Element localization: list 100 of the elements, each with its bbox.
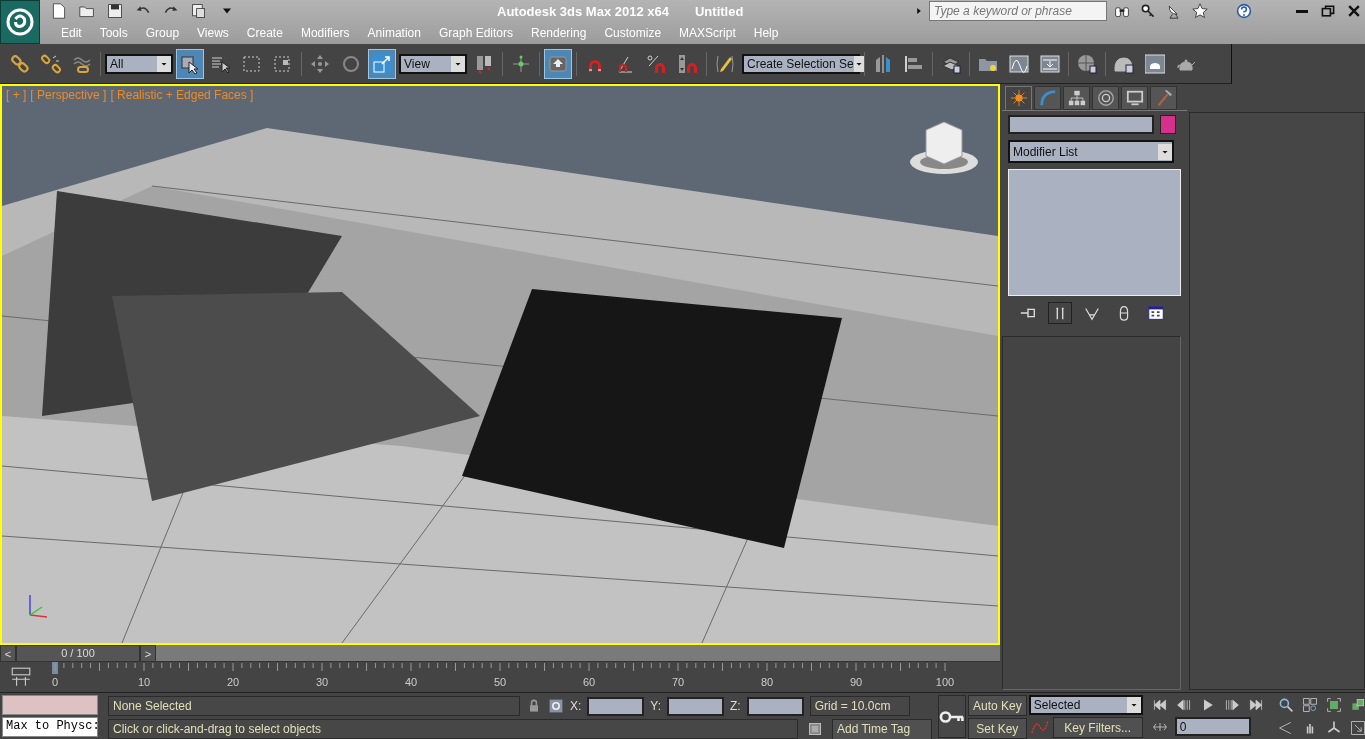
frame-number: 40 [404, 676, 418, 688]
previous-frame-button[interactable]: < [0, 645, 16, 662]
menu-item[interactable]: Group [136, 23, 189, 43]
field-of-view-icon [1277, 720, 1294, 736]
add-time-tag-button[interactable]: Add Time Tag [832, 718, 932, 739]
pencil-brackets-icon [715, 53, 735, 74]
zoom-extents-icon [1325, 697, 1342, 713]
cursor-cube-icon [180, 53, 200, 74]
coordinate-label: X: [570, 699, 582, 713]
toolbar-button[interactable] [544, 48, 572, 79]
frame-number: 30 [315, 676, 329, 688]
view-cube-icon [908, 120, 980, 176]
key-filters-button[interactable]: Key Filters... [1052, 717, 1143, 738]
key-mode-dropdown[interactable]: Selected [1028, 695, 1143, 715]
align-bars-icon [904, 53, 924, 74]
star-icon [1192, 3, 1208, 19]
restore-icon [1320, 3, 1336, 19]
toolbar-button[interactable] [368, 48, 396, 79]
menu-item[interactable]: Help [744, 23, 788, 43]
mirror-icon [873, 53, 893, 74]
frame-number: 10 [137, 676, 151, 688]
coordinate-label: Z: [730, 699, 741, 713]
menu-item[interactable]: Animation [358, 23, 430, 43]
coordinate-field[interactable] [746, 696, 804, 716]
up-arrow-box-icon [548, 53, 568, 74]
current-frame-field[interactable]: 0 [1174, 717, 1251, 736]
project-folder-icon [191, 3, 207, 19]
menu-item[interactable]: Create [237, 23, 292, 43]
go-to-end-icon [1247, 697, 1264, 713]
frame-number: 80 [760, 676, 774, 688]
coordinate-field[interactable] [587, 696, 645, 716]
app-logo-button[interactable] [0, 0, 40, 44]
set-key-button[interactable]: Set Key [968, 718, 1027, 739]
rotate-circle-icon [341, 53, 361, 74]
dropdown-field[interactable]: View [399, 53, 467, 74]
menu-item[interactable]: Views [188, 23, 238, 43]
time-slider-thumb[interactable]: 0 / 100 [16, 645, 140, 662]
viewport-label[interactable]: [ Perspective ] [30, 88, 107, 102]
star-button[interactable] [1189, 2, 1211, 20]
pivot-bars-icon [474, 53, 494, 74]
dropdown-field[interactable]: All [105, 53, 173, 74]
panel-tab[interactable] [1121, 86, 1148, 110]
frame-number: 100 [935, 676, 955, 688]
checker-sphere-icon [1077, 53, 1097, 74]
percent-magnet-icon [647, 53, 667, 74]
monitor-icon [1125, 89, 1144, 107]
frame-number: 70 [671, 676, 685, 688]
next-key-icon [1223, 697, 1240, 713]
object-name-field[interactable] [1008, 115, 1154, 134]
frame-number: 0 [51, 676, 59, 688]
previous-key-icon [1175, 697, 1192, 713]
coordinate-label: Y: [650, 699, 662, 713]
panel-tab[interactable] [1092, 86, 1119, 110]
frame-number: 50 [493, 676, 507, 688]
spinner-magnet-icon [678, 53, 698, 74]
listener-input-field[interactable]: Max to Physc: [2, 717, 98, 737]
timeline-ruler[interactable] [52, 662, 946, 674]
frame-number: 60 [582, 676, 596, 688]
menu-item[interactable]: Rendering [522, 23, 596, 43]
panel-tab[interactable] [1063, 86, 1090, 110]
panel-tab[interactable] [1150, 86, 1177, 110]
frame-number: 20 [226, 676, 240, 688]
menu-item[interactable]: Graph Editors [429, 23, 522, 43]
frame-number: 90 [849, 676, 863, 688]
key-icon [1140, 3, 1156, 19]
go-to-start-icon [1151, 697, 1168, 713]
hierarchy-icon [1067, 89, 1086, 107]
viewport-label[interactable]: [ Realistic + Edged Faces ] [110, 88, 254, 102]
modifier-list-dropdown[interactable]: Modifier List [1008, 140, 1174, 163]
grid-window-icon [1147, 304, 1165, 322]
viewport-label[interactable]: [ + ] [6, 88, 27, 102]
cube-frame-icon [807, 721, 823, 737]
stack-button[interactable] [1048, 302, 1072, 324]
toolbar-button[interactable] [176, 48, 204, 79]
search-field[interactable]: Type a keyword or phrase [929, 1, 1107, 21]
next-frame-button[interactable]: > [140, 645, 156, 662]
broken-chain-icon [41, 53, 61, 74]
teapot-window-icon [1145, 53, 1165, 74]
curve-graph-icon [1009, 53, 1029, 74]
coordinate-field[interactable] [667, 696, 725, 716]
menu-item[interactable]: Modifiers [291, 23, 359, 43]
menu-item[interactable]: MAXScript [670, 23, 745, 43]
minimize-icon [1296, 9, 1308, 13]
menu-item[interactable]: Tools [90, 23, 137, 43]
dashed-square-cube-icon [273, 53, 293, 74]
auto-key-button[interactable]: Auto Key [968, 695, 1027, 716]
panel-tab[interactable] [1034, 86, 1061, 110]
new-file-icon [51, 3, 67, 19]
menu-item[interactable]: Customize [595, 23, 671, 43]
scale-square-icon [372, 53, 392, 74]
window-title: Autodesk 3ds Max 2012 x64 [497, 3, 669, 19]
satellite-dish-icon [1166, 3, 1182, 19]
object-color-swatch[interactable] [1160, 115, 1176, 134]
crosshair-square-icon [548, 698, 564, 714]
panel-tab[interactable] [1005, 86, 1032, 110]
folder-icon [79, 3, 95, 19]
menu-item[interactable]: Edit [52, 23, 91, 43]
set-key-toggle-button[interactable] [938, 695, 966, 738]
listener-output-field[interactable] [2, 695, 98, 716]
close-icon [1346, 3, 1362, 19]
